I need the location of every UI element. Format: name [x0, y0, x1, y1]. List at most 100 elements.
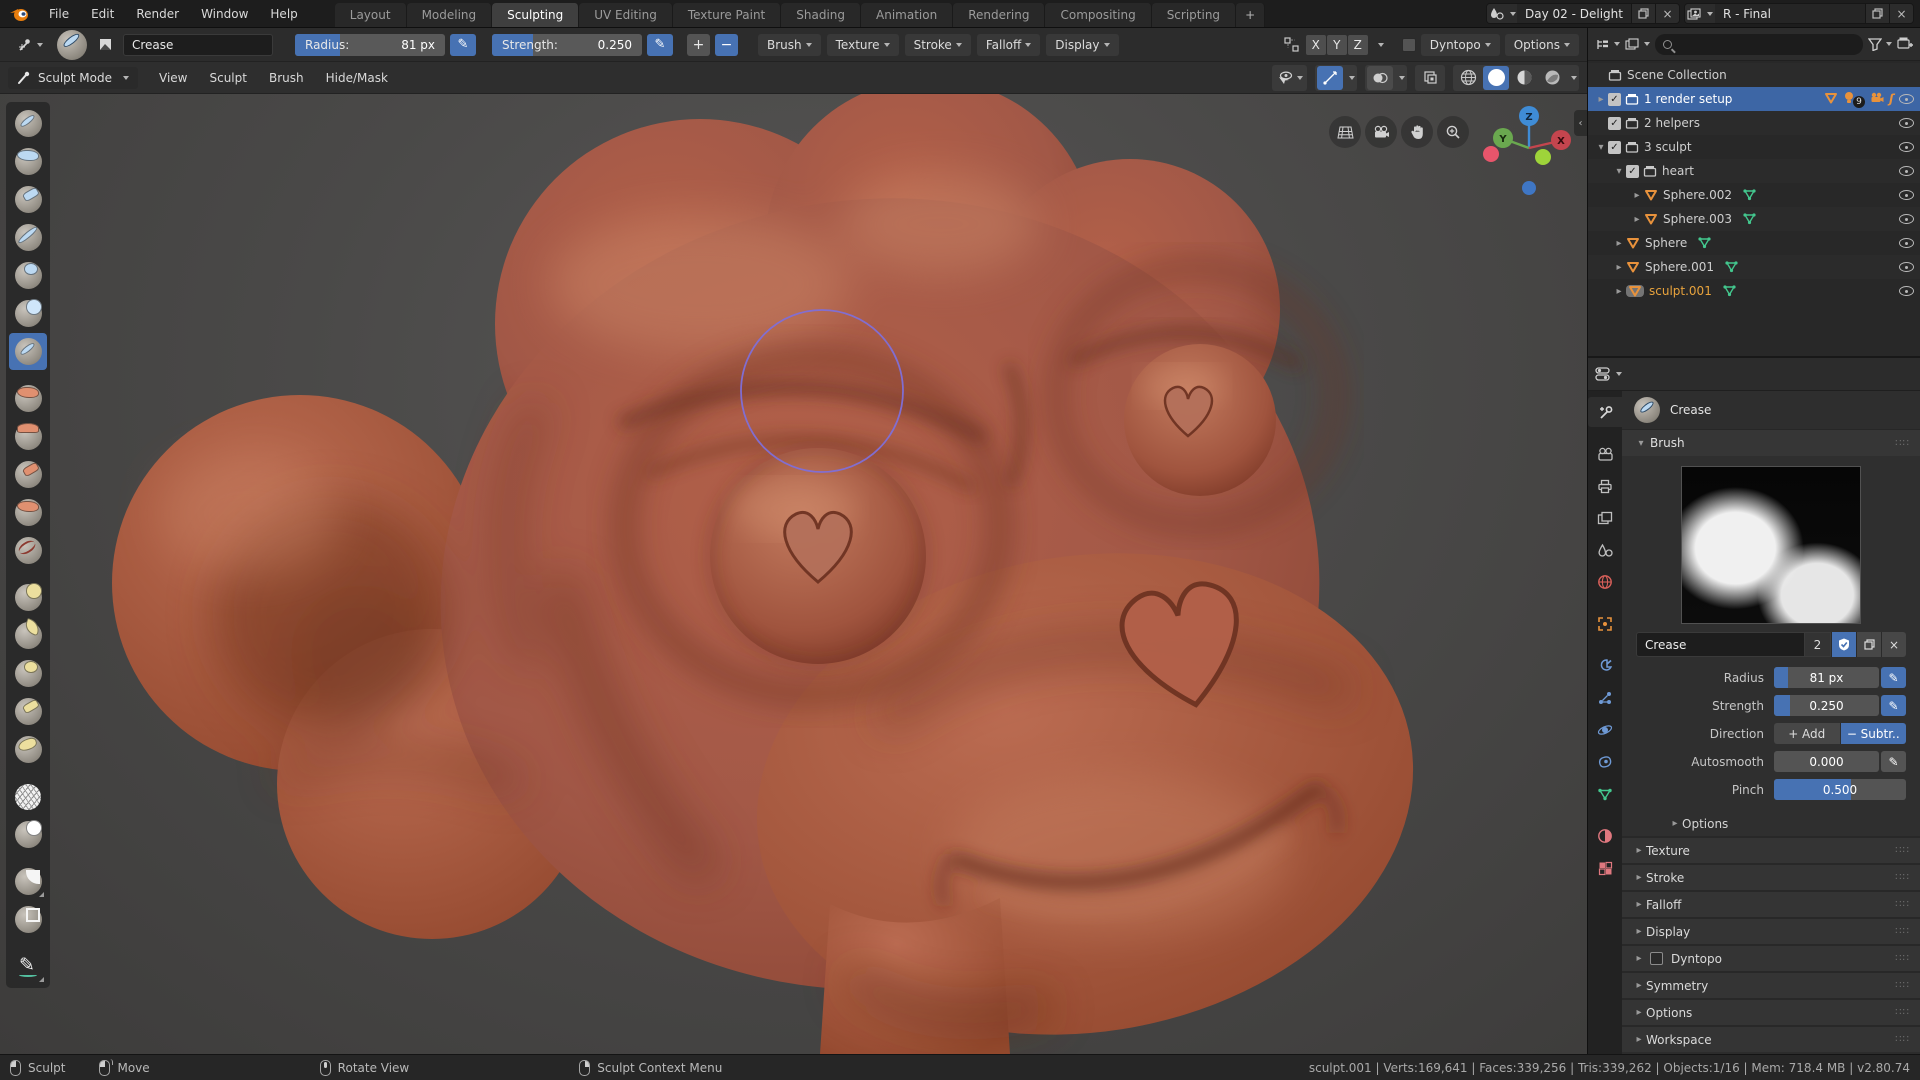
properties-editor-type-button[interactable]: [1595, 367, 1622, 381]
collection-checkbox[interactable]: ✓: [1608, 92, 1621, 106]
expander-icon[interactable]: ▸: [1594, 94, 1608, 105]
section-texture[interactable]: ▸ Texture ∷∷: [1622, 836, 1920, 863]
shading-chevron[interactable]: [1571, 75, 1577, 80]
expander-icon[interactable]: ▾: [1594, 142, 1608, 153]
properties-tab-particles[interactable]: [1588, 683, 1622, 713]
view-layer-remove-button[interactable]: ×: [1889, 4, 1913, 23]
direction-subtract-button[interactable]: − Subtr..: [1840, 723, 1906, 744]
brush-name-input[interactable]: [123, 33, 273, 56]
outliner-row-heart[interactable]: ▾ ✓ heart: [1588, 159, 1920, 183]
direction-subtract-toggle[interactable]: −: [715, 33, 738, 56]
tool-grab-button[interactable]: [9, 579, 47, 616]
outliner-item-label[interactable]: heart: [1662, 164, 1694, 178]
gizmos-chevron[interactable]: [1349, 75, 1355, 80]
navigation-gizmo[interactable]: Z Y X: [1481, 102, 1577, 198]
tool-smooth-button[interactable]: [9, 380, 47, 417]
overlays-toggle[interactable]: [1367, 65, 1393, 90]
new-collection-button[interactable]: [1897, 36, 1913, 53]
section-falloff[interactable]: ▸ Falloff ∷∷: [1622, 890, 1920, 917]
outliner-item-label[interactable]: 3 sculpt: [1644, 140, 1692, 154]
viewport-menu-view[interactable]: View: [148, 71, 198, 85]
popover-display[interactable]: Display: [1046, 33, 1119, 56]
field-slider-pinch[interactable]: 0.500: [1774, 779, 1906, 800]
strength-slider[interactable]: Strength: 0.250: [492, 33, 642, 56]
tab-rendering[interactable]: Rendering: [953, 3, 1046, 27]
menu-render[interactable]: Render: [125, 0, 190, 27]
outliner-item-label[interactable]: sculpt.001: [1649, 284, 1712, 298]
tool-flatten-button[interactable]: [9, 418, 47, 455]
dyntopo-checkbox[interactable]: [1401, 37, 1416, 52]
outliner-row-sculpt-001[interactable]: ▸ sculpt.001: [1588, 279, 1920, 303]
section-drag-dots[interactable]: ∷∷: [1895, 953, 1910, 964]
mirror-z-toggle[interactable]: Z: [1347, 34, 1368, 55]
section-drag-dots[interactable]: ∷∷: [1895, 872, 1910, 883]
brush-options-subpanel[interactable]: ▸ Options: [1622, 811, 1920, 836]
brush-preview-image[interactable]: [1681, 466, 1861, 624]
brush-name-field[interactable]: Crease: [1636, 632, 1805, 657]
tool-clay-button[interactable]: [9, 143, 47, 180]
gizmo-y-neg[interactable]: [1535, 149, 1551, 165]
hide-viewport-eye-icon[interactable]: [1899, 142, 1914, 152]
overlays-chevron[interactable]: [1399, 75, 1405, 80]
tab-modeling[interactable]: Modeling: [406, 3, 493, 27]
expander-icon[interactable]: ▸: [1612, 286, 1626, 297]
tool-inflate-button[interactable]: [9, 257, 47, 294]
fake-user-shield-button[interactable]: [1831, 632, 1856, 657]
section-stroke[interactable]: ▸ Stroke ∷∷: [1622, 863, 1920, 890]
panel-drag-dots[interactable]: ∷∷: [1895, 438, 1910, 449]
tab-scripting[interactable]: Scripting: [1151, 3, 1237, 27]
tool-box-hide-button[interactable]: [9, 863, 47, 900]
pressure-toggle-radius[interactable]: ✎: [1881, 667, 1906, 688]
outliner-row-sphere-002[interactable]: ▸ Sphere.002: [1588, 183, 1920, 207]
collection-checkbox[interactable]: ✓: [1608, 116, 1621, 130]
outliner-row-sphere-003[interactable]: ▸ Sphere.003: [1588, 207, 1920, 231]
scene-copy-button[interactable]: [1631, 4, 1655, 23]
hide-viewport-eye-icon[interactable]: [1899, 166, 1914, 176]
viewport-menu-sculpt[interactable]: Sculpt: [198, 71, 257, 85]
hide-viewport-eye-icon[interactable]: [1899, 238, 1914, 248]
tool-box-mask-button[interactable]: [9, 901, 47, 938]
tool-draw-button[interactable]: [9, 105, 47, 142]
brush-copy-button[interactable]: [1856, 632, 1881, 657]
properties-tab-render[interactable]: [1588, 439, 1622, 469]
tool-snake-hook-button[interactable]: [9, 617, 47, 654]
tool-scrape-button[interactable]: [9, 494, 47, 531]
popover-texture[interactable]: Texture: [826, 33, 899, 56]
shading-rendered-button[interactable]: [1539, 66, 1565, 90]
outliner-filter-button[interactable]: [1868, 37, 1892, 51]
tool-rotate-button[interactable]: [9, 731, 47, 768]
expander-icon[interactable]: ▾: [1612, 166, 1626, 177]
scene-unlink-button[interactable]: ×: [1655, 4, 1679, 23]
radius-slider[interactable]: Radius: 81 px: [295, 33, 445, 56]
hide-viewport-eye-icon[interactable]: [1899, 118, 1914, 128]
outliner-row-scene-collection[interactable]: Scene Collection: [1588, 63, 1920, 87]
properties-tab-constraints[interactable]: [1588, 747, 1622, 777]
outliner-item-label[interactable]: Scene Collection: [1627, 68, 1727, 82]
collection-checkbox[interactable]: ✓: [1626, 164, 1639, 178]
tool-simplify-button[interactable]: [9, 778, 47, 815]
outliner-row-1-render-setup[interactable]: ▸ ✓ 1 render setup 9 ʃ: [1588, 87, 1920, 111]
blender-logo-icon[interactable]: [0, 0, 38, 27]
xray-toggle[interactable]: [1417, 66, 1443, 90]
selectability-dropdown[interactable]: [1274, 66, 1305, 90]
properties-tab-texture[interactable]: [1588, 853, 1622, 883]
outliner-item-label[interactable]: Sphere.001: [1645, 260, 1714, 274]
tab-shading[interactable]: Shading: [781, 3, 861, 27]
direction-add-button[interactable]: + Add: [1774, 723, 1841, 744]
mode-selector[interactable]: Sculpt Mode: [8, 66, 138, 89]
direction-add-toggle[interactable]: +: [687, 33, 710, 56]
gizmos-toggle[interactable]: [1317, 65, 1343, 90]
hide-viewport-eye-icon[interactable]: [1899, 286, 1914, 296]
tool-fill-button[interactable]: [9, 456, 47, 493]
tab-uv-editing[interactable]: UV Editing: [579, 3, 673, 27]
hide-viewport-eye-icon[interactable]: [1899, 190, 1914, 200]
pressure-toggle-autosmooth[interactable]: ✎: [1881, 751, 1906, 772]
section-workspace[interactable]: ▸ Workspace ∷∷: [1622, 1025, 1920, 1052]
properties-tab-tool[interactable]: [1588, 397, 1622, 427]
tab-sculpting[interactable]: Sculpting: [492, 3, 580, 27]
brush-user-count[interactable]: 2: [1805, 632, 1831, 657]
outliner-item-label[interactable]: 1 render setup: [1644, 92, 1732, 106]
outliner-row-sphere[interactable]: ▸ Sphere: [1588, 231, 1920, 255]
properties-tab-object[interactable]: [1588, 609, 1622, 639]
viewport-menu-hide-mask[interactable]: Hide/Mask: [315, 71, 399, 85]
